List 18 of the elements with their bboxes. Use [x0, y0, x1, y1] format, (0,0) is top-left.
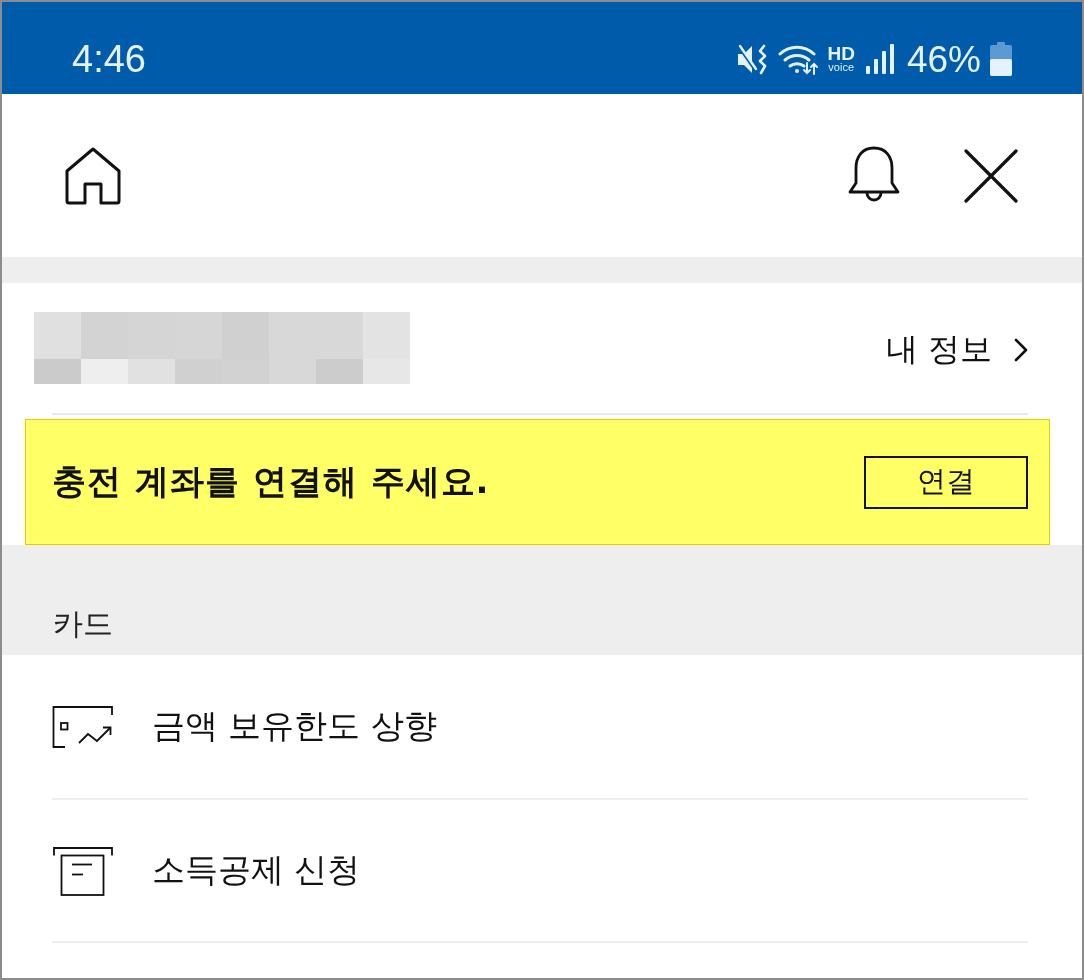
- wifi-icon: [778, 43, 819, 75]
- receipt-icon: [52, 845, 114, 896]
- chevron-right-icon: [1014, 338, 1028, 362]
- connect-button[interactable]: 연결: [864, 455, 1028, 509]
- clock-time: 4:46: [72, 40, 146, 78]
- menu-item[interactable]: 소득공제 신청: [52, 800, 1028, 943]
- trend-card-icon: [52, 704, 114, 749]
- my-info-link[interactable]: 내 정보: [885, 328, 1028, 372]
- home-icon[interactable]: [64, 145, 122, 206]
- battery-percent: 46%: [906, 40, 981, 78]
- hd-label: HD: [827, 45, 855, 62]
- signal-icon: [865, 44, 894, 74]
- section-title: 카드: [53, 609, 113, 639]
- banner-message: 충전 계좌를 연결해 주세요.: [52, 460, 490, 503]
- close-icon[interactable]: [964, 148, 1018, 203]
- voice-label: voice: [828, 62, 855, 73]
- menu-item[interactable]: 금액 보유한도 상향: [52, 655, 1028, 800]
- battery-icon: [990, 42, 1012, 76]
